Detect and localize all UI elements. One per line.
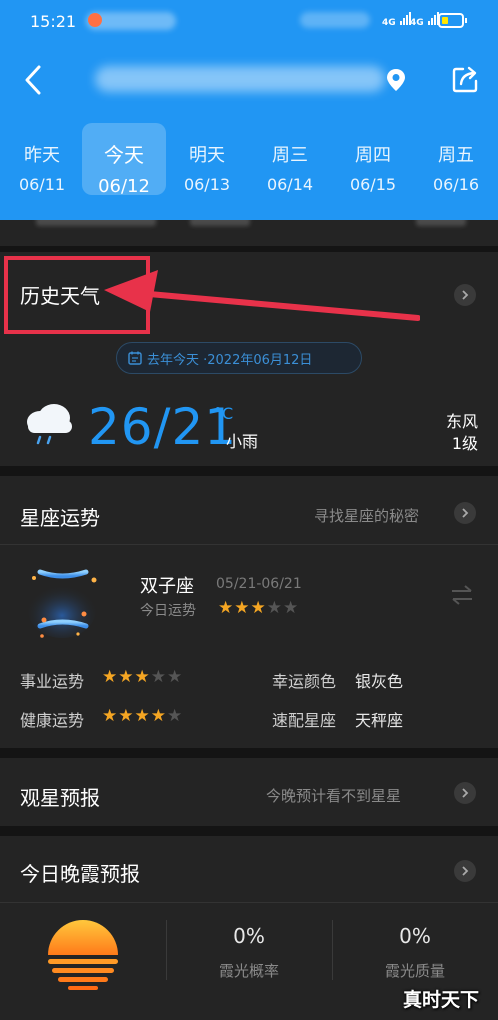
divider xyxy=(0,544,498,545)
location-pin-icon[interactable] xyxy=(386,68,406,92)
calendar-icon xyxy=(128,351,142,365)
star-filled-icon: ★ xyxy=(118,706,135,726)
app-notification-icon xyxy=(88,13,102,27)
star-filled-icon: ★ xyxy=(102,706,119,726)
rain-cloud-icon xyxy=(27,404,72,445)
lucky-color-label: 幸运颜色 xyxy=(272,672,337,691)
chevron-right-icon[interactable] xyxy=(454,502,476,524)
star-filled-icon: ★ xyxy=(102,667,119,687)
top-header: 15:21 4G 4G 昨天 06/11 今天 06/12 明天 06/13 周… xyxy=(0,0,498,220)
scrolled-row-partial xyxy=(0,220,498,246)
star-filled-icon: ★ xyxy=(134,667,151,687)
divider xyxy=(332,920,333,980)
signal-icon-1: 4G xyxy=(382,12,411,28)
back-icon[interactable] xyxy=(18,62,48,98)
temperature-unit: °C xyxy=(214,404,234,423)
status-bar: 15:21 4G 4G xyxy=(0,0,498,44)
glow-probability-value: 0% xyxy=(233,924,265,948)
history-weather-card[interactable]: 历史天气 去年今天 ·2022年06月12日 26/21 °C 小雨 东风 1级 xyxy=(0,252,498,466)
status-icons-blurred xyxy=(300,12,370,28)
wind-level: 1级 xyxy=(451,434,478,453)
star-empty-icon: ★ xyxy=(167,706,184,726)
lucky-color-value: 银灰色 xyxy=(355,672,404,691)
day-tab-today[interactable]: 今天 06/12 xyxy=(82,123,166,197)
location-title-blurred[interactable] xyxy=(95,66,385,92)
status-time: 15:21 xyxy=(30,12,77,31)
match-sign-value: 天秤座 xyxy=(355,711,404,730)
zodiac-sign-name: 双子座 xyxy=(140,576,194,597)
star-filled-icon: ★ xyxy=(250,598,267,618)
star-filled-icon: ★ xyxy=(134,706,151,726)
career-fortune-stars: ★★★★★ xyxy=(102,667,183,687)
match-sign-label: 速配星座 xyxy=(272,711,337,730)
horoscope-link[interactable]: 寻找星座的秘密 xyxy=(314,505,419,526)
battery-icon xyxy=(438,13,467,28)
stargazing-card[interactable]: 观星预报 今晚预计看不到星星 xyxy=(0,758,498,826)
day-tab-wed[interactable]: 周三 06/14 xyxy=(248,124,332,194)
day-tab-yesterday[interactable]: 昨天 06/11 xyxy=(0,124,84,194)
divider xyxy=(166,920,167,980)
divider xyxy=(0,902,498,903)
star-filled-icon: ★ xyxy=(218,598,235,618)
last-year-date-text: 去年今天 ·2022年06月12日 xyxy=(147,352,313,368)
star-empty-icon: ★ xyxy=(150,667,167,687)
swap-icon[interactable] xyxy=(450,584,474,606)
career-fortune-label: 事业运势 xyxy=(20,672,85,691)
chevron-right-icon[interactable] xyxy=(454,860,476,882)
health-fortune-stars: ★★★★★ xyxy=(102,706,183,726)
star-empty-icon: ★ xyxy=(266,598,283,618)
stargazing-text: 今晚预计看不到星星 xyxy=(266,787,402,805)
star-filled-icon: ★ xyxy=(234,598,251,618)
today-fortune-stars: ★★★★★ xyxy=(218,598,299,618)
star-filled-icon: ★ xyxy=(118,667,135,687)
zodiac-date-range: 05/21-06/21 xyxy=(216,576,302,592)
signal-icon-2: 4G xyxy=(410,12,439,28)
nav-bar xyxy=(0,52,498,112)
day-selector: 昨天 06/11 今天 06/12 明天 06/13 周三 06/14 周四 06/15 … xyxy=(0,123,498,197)
glow-probability-label: 霞光概率 xyxy=(218,962,279,980)
day-tab-fri[interactable]: 周五 06/16 xyxy=(414,124,498,194)
share-icon[interactable] xyxy=(450,64,480,94)
star-filled-icon: ★ xyxy=(150,706,167,726)
gemini-zodiac-icon xyxy=(28,569,97,638)
glow-quality-label: 霞光质量 xyxy=(384,962,445,980)
star-empty-icon: ★ xyxy=(283,598,300,618)
star-empty-icon: ★ xyxy=(167,667,184,687)
day-tab-tomorrow[interactable]: 明天 06/13 xyxy=(165,124,249,194)
horoscope-title: 星座运势 xyxy=(20,506,100,530)
chevron-right-icon[interactable] xyxy=(454,782,476,804)
weather-condition: 小雨 xyxy=(226,432,259,451)
watermark: 真时天下 xyxy=(403,989,480,1011)
day-tab-thu[interactable]: 周四 06/15 xyxy=(331,124,415,194)
sunset-icon xyxy=(48,920,118,990)
chevron-right-icon[interactable] xyxy=(454,284,476,306)
glow-quality-value: 0% xyxy=(399,924,431,948)
wind-direction: 东风 xyxy=(445,412,478,431)
red-arrow-annotation xyxy=(104,270,420,321)
health-fortune-label: 健康运势 xyxy=(20,711,85,730)
last-year-date-pill: 去年今天 ·2022年06月12日 xyxy=(116,342,362,374)
horoscope-card[interactable]: 星座运势 寻找星座的秘密 双子座 05/21-06/21 今日运势 ★★★★★ xyxy=(0,476,498,748)
sunset-glow-title: 今日晚霞预报 xyxy=(20,862,140,886)
stargazing-title: 观星预报 xyxy=(20,786,100,810)
today-fortune-label: 今日运势 xyxy=(140,603,196,619)
